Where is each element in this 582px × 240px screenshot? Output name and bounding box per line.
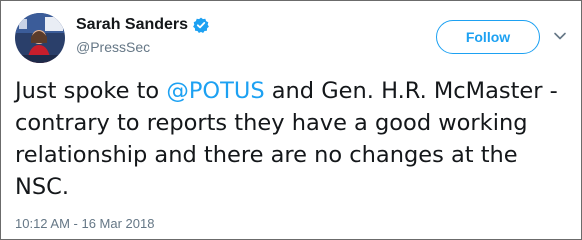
display-name[interactable]: Sarah Sanders <box>76 16 188 34</box>
user-handle[interactable]: @PressSec <box>76 39 150 55</box>
chevron-down-icon[interactable] <box>553 29 567 43</box>
avatar[interactable] <box>15 13 65 63</box>
display-name-row: Sarah Sanders <box>76 16 209 34</box>
verified-badge-icon <box>193 17 209 33</box>
follow-button[interactable]: Follow <box>436 20 540 54</box>
tweet-text-start: Just spoke to <box>15 78 167 104</box>
tweet-text: Just spoke to @POTUS and Gen. H.R. McMas… <box>15 75 567 203</box>
mention-link[interactable]: @POTUS <box>166 78 264 104</box>
timestamp[interactable]: 10:12 AM - 16 Mar 2018 <box>15 216 154 231</box>
avatar-image <box>15 13 65 63</box>
tweet-card: Sarah Sanders @PressSec Follow Just spok… <box>0 0 582 240</box>
